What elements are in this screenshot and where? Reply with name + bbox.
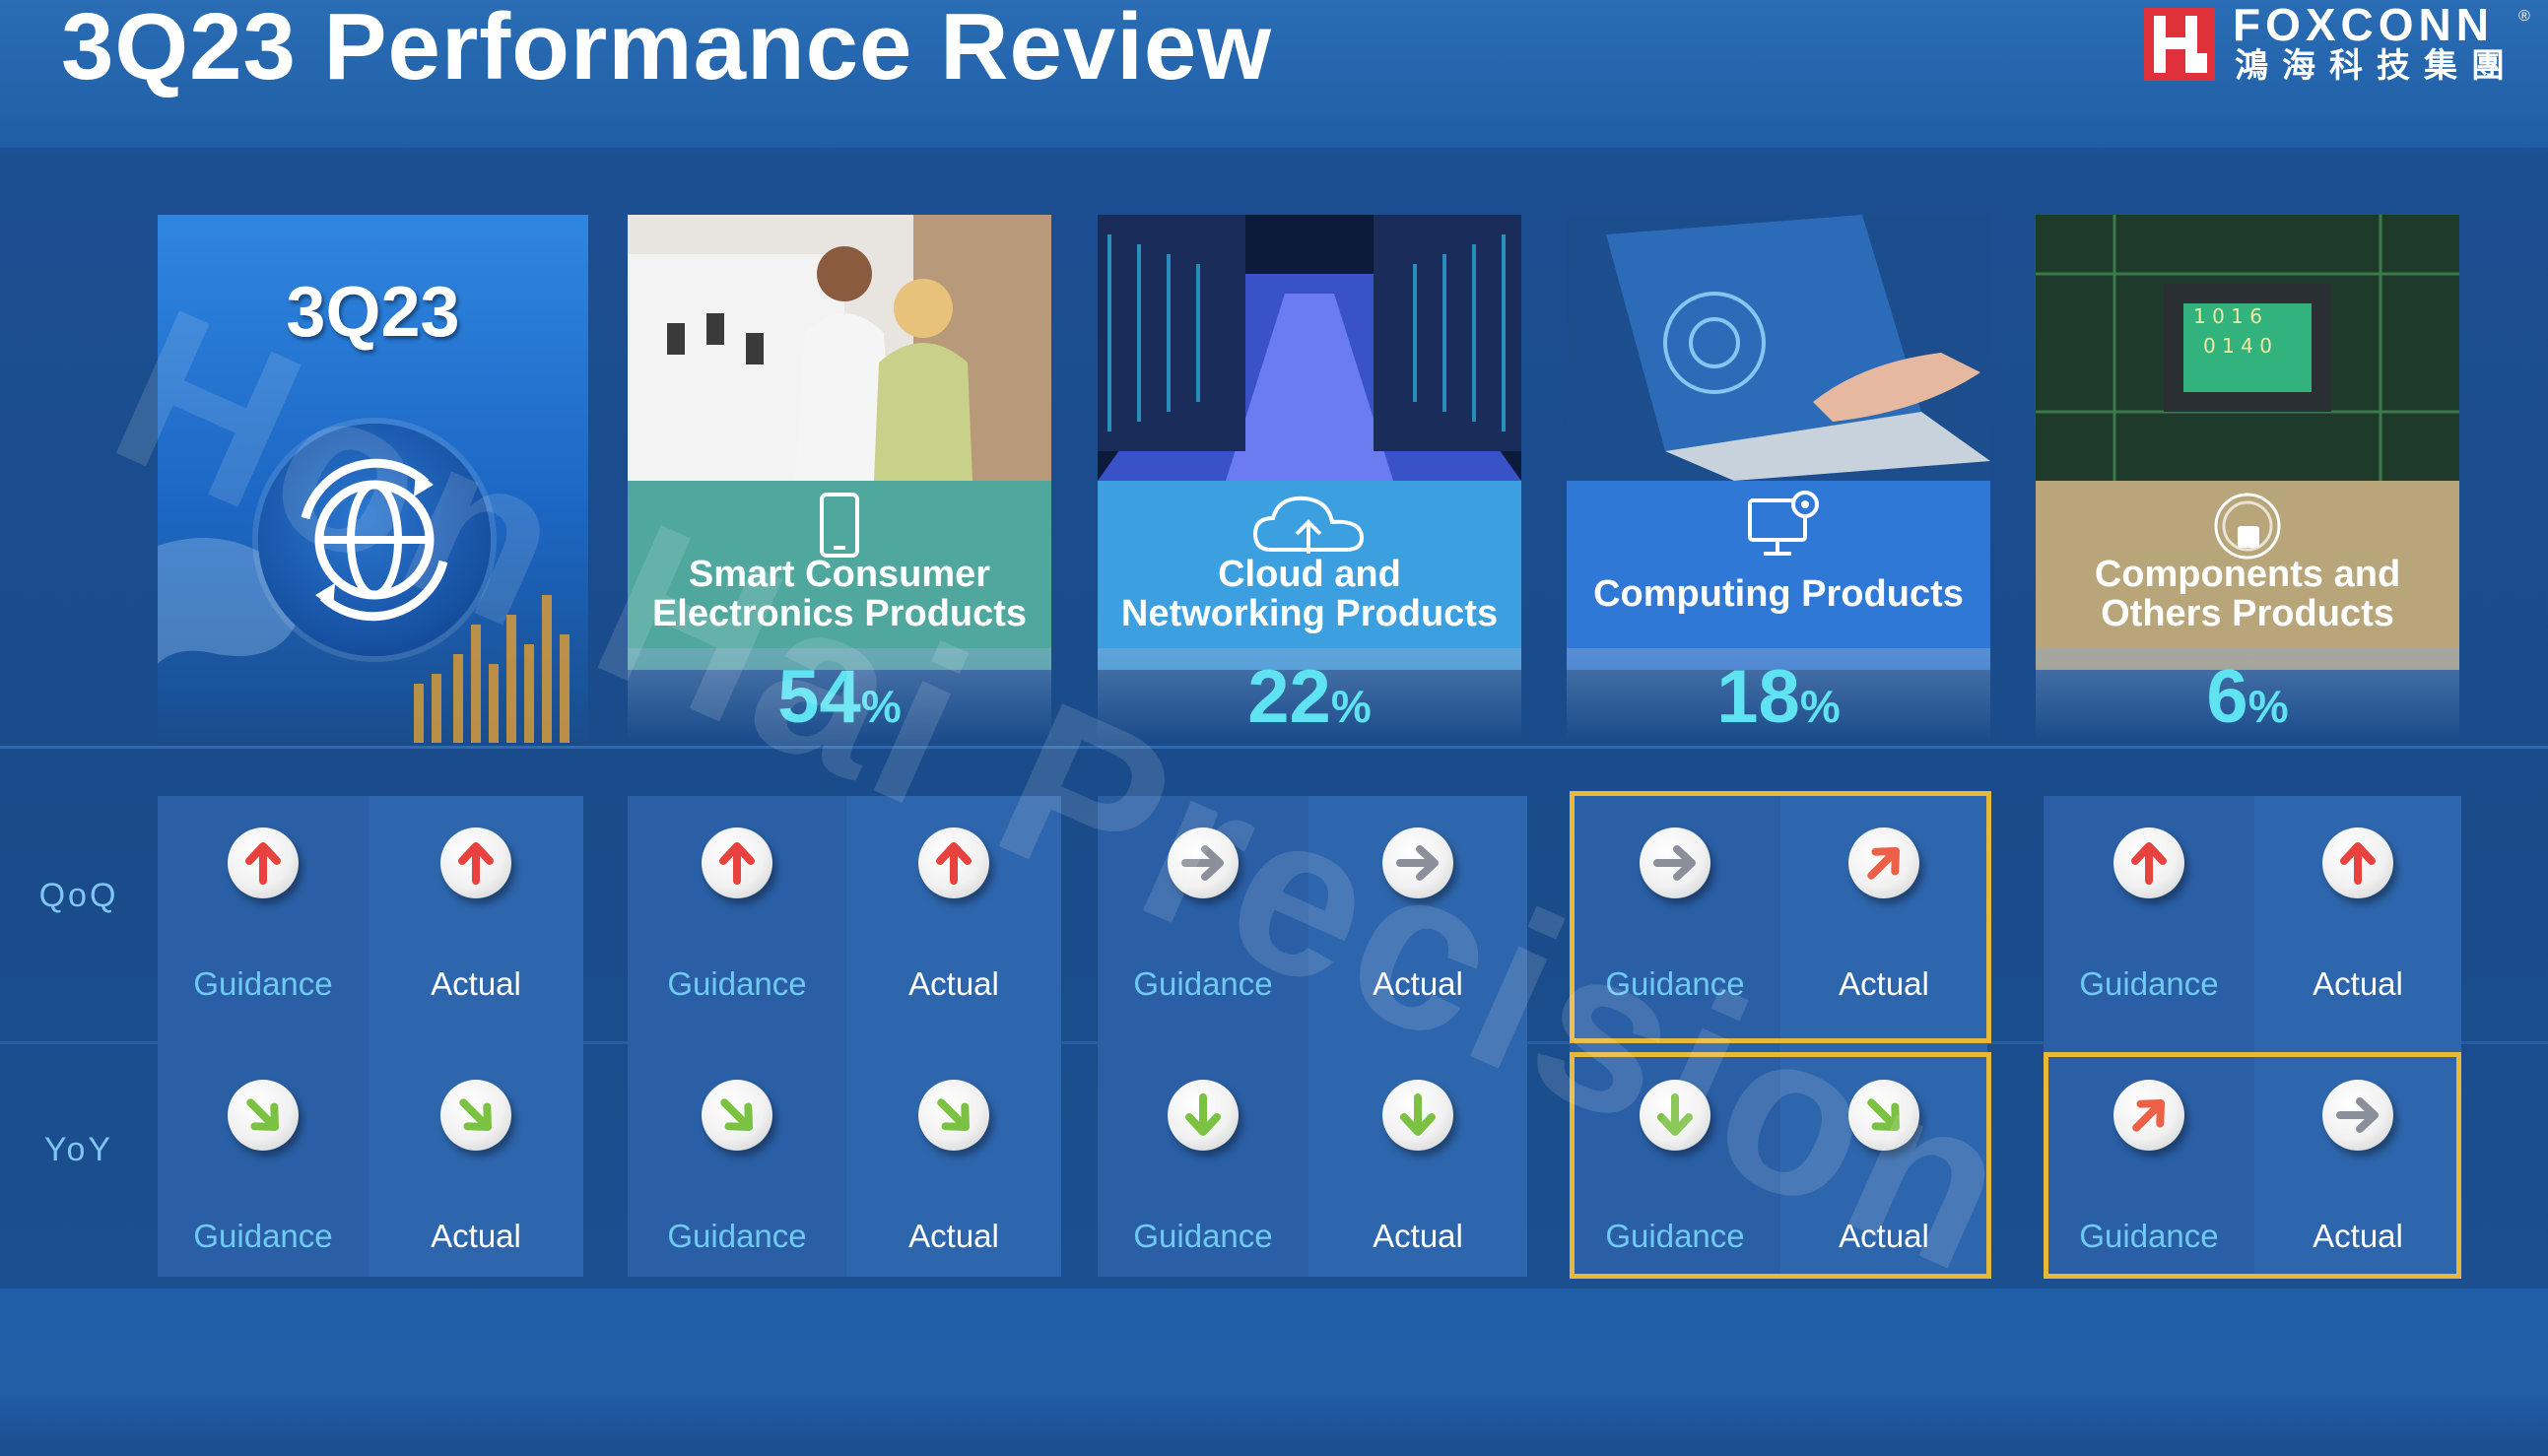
foxconn-logo: FOXCONN ® 鴻海科技集團 (2144, 2, 2530, 86)
segment-card-cloud-networking: Cloud and Networking Products 22% (1098, 215, 1521, 743)
logo-chinese-text: 鴻海科技集團 (2235, 46, 2518, 86)
segment-share: 54% (628, 660, 1051, 735)
segment-share-value: 54 (777, 655, 861, 739)
segment-name: Cloud and Networking Products (1120, 554, 1499, 634)
qoq-guidance-label: Guidance (2079, 965, 2219, 1002)
arrow-glyph (245, 842, 281, 885)
segment-name: Components and Others Products (2094, 554, 2401, 634)
qoq-actual-label: Actual (431, 965, 521, 1002)
arrow-glyph (720, 1098, 754, 1132)
segment-share: 6% (2036, 660, 2459, 735)
qoq-actual-label: Actual (908, 965, 999, 1002)
trend-arrow-up-icon (440, 827, 511, 898)
yoy-guidance-label: Guidance (1133, 1218, 1273, 1254)
trend-arrow-up-icon (2113, 827, 2184, 898)
consumer-electronics-photo (628, 215, 1051, 481)
arrow-glyph (459, 1098, 493, 1132)
segment-share-unit: % (1330, 681, 1372, 732)
segment-name: Smart Consumer Electronics Products (651, 554, 1028, 634)
yoy-guidance-label: Guidance (193, 1218, 333, 1254)
qoq-actual-label: Actual (1373, 965, 1463, 1002)
yoy-actual-label: Actual (431, 1218, 521, 1254)
yoy-guidance-label: Guidance (667, 1218, 807, 1254)
segment-share-value: 6 (2206, 655, 2248, 739)
trend-arrow-down-right-icon (440, 1080, 511, 1151)
qoq-guidance-label: Guidance (1133, 965, 1273, 1002)
quarter-card-label: 3Q23 (286, 273, 460, 352)
section-divider (0, 746, 2548, 749)
arrow-glyph (246, 1098, 280, 1132)
qoq-guidance-label: Guidance (193, 965, 333, 1002)
trend-arrow-up-icon (702, 827, 772, 898)
segment-share-unit: % (2247, 681, 2289, 732)
arrow-glyph (1181, 845, 1224, 881)
trend-arrow-up-icon (228, 827, 299, 898)
arrow-glyph (1185, 1093, 1221, 1136)
arrow-glyph (458, 842, 494, 885)
arrow-glyph (2131, 842, 2167, 885)
arrow-glyph (936, 842, 972, 885)
segment-share-value: 22 (1247, 655, 1331, 739)
svg-text:0 1 4 0: 0 1 4 0 (2203, 334, 2272, 358)
quarter-card: 3Q23 (158, 215, 588, 743)
page-title: 3Q23 Performance Review (61, 0, 1272, 99)
yoy-actual-label: Actual (908, 1218, 999, 1254)
yoy-actual-label: Actual (1373, 1218, 1463, 1254)
segment-card-smart-consumer: Smart Consumer Electronics Products 54% (628, 215, 1051, 743)
segment-share: 18% (1567, 660, 1990, 735)
logo-brand-text: FOXCONN (2233, 0, 2494, 50)
segment-card-computing: Computing Products 18% (1567, 215, 1990, 743)
laptop-photo (1567, 215, 1990, 481)
highlight-box-computing-yoy (1570, 1052, 1991, 1279)
highlight-box-components-yoy (2044, 1052, 2461, 1279)
trend-arrow-right-icon (1382, 827, 1453, 898)
segment-share-unit: % (1799, 681, 1841, 732)
segment-share: 22% (1098, 660, 1521, 735)
trend-arrow-up-icon (918, 827, 989, 898)
trend-arrow-right-icon (1168, 827, 1239, 898)
segment-name: Computing Products (1593, 573, 1964, 615)
arrow-glyph (1396, 845, 1439, 881)
trend-arrow-down-right-icon (918, 1080, 989, 1151)
segment-share-value: 18 (1716, 655, 1800, 739)
arrow-glyph (719, 842, 755, 885)
segment-card-components: 1 0 1 6 0 1 4 0 Components and Others Pro… (2036, 215, 2459, 743)
qoq-actual-label: Actual (2313, 965, 2403, 1002)
row-label-qoq: QoQ (38, 877, 119, 914)
trend-arrow-down-icon (1382, 1080, 1453, 1151)
globe-refresh-icon (258, 424, 491, 656)
arrow-glyph (2340, 842, 2376, 885)
circuit-board-photo: 1 0 1 6 0 1 4 0 (2036, 215, 2459, 481)
logo-registered-mark: ® (2518, 8, 2530, 25)
highlight-box-computing-qoq (1570, 791, 1991, 1043)
server-room-photo (1098, 215, 1521, 481)
trend-arrow-down-icon (1168, 1080, 1239, 1151)
foxconn-mark-icon (2144, 8, 2215, 81)
qoq-guidance-label: Guidance (667, 965, 807, 1002)
trend-arrow-down-right-icon (228, 1080, 299, 1151)
segment-share-unit: % (860, 681, 902, 732)
row-label-yoy: YoY (43, 1131, 114, 1168)
trend-arrow-down-right-icon (702, 1080, 772, 1151)
arrow-glyph (1400, 1093, 1436, 1136)
arrow-glyph (937, 1098, 971, 1132)
trend-arrow-up-icon (2322, 827, 2393, 898)
svg-text:1 0 1 6: 1 0 1 6 (2193, 304, 2262, 328)
